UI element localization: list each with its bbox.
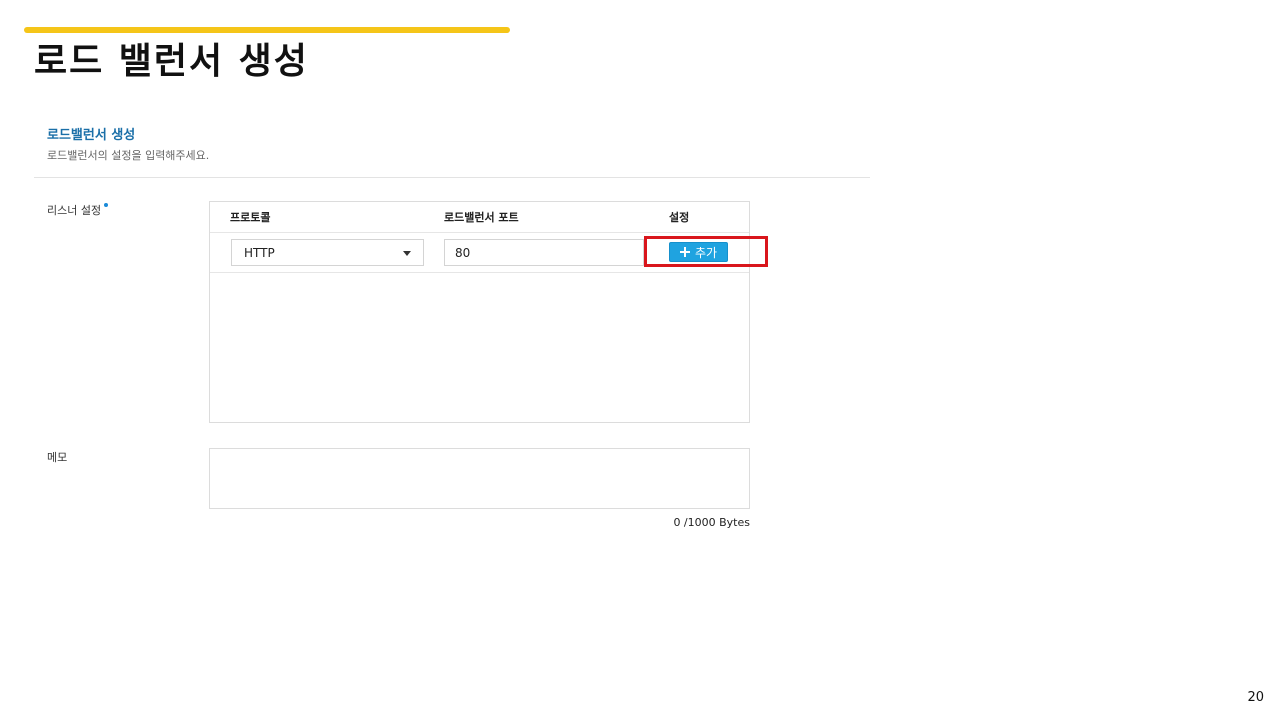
- section-description: 로드밸런서의 설정을 입력해주세요.: [47, 149, 210, 162]
- byte-counter: 0 /1000 Bytes: [673, 516, 750, 529]
- column-header-settings: 설정: [669, 211, 690, 224]
- row-divider: [210, 272, 749, 273]
- accent-bar: [24, 27, 510, 33]
- column-header-port: 로드밸런서 포트: [444, 211, 519, 224]
- add-button-label: 추가: [694, 245, 718, 260]
- add-button[interactable]: 추가: [669, 242, 728, 262]
- protocol-select[interactable]: HTTP: [231, 239, 424, 266]
- section-title: 로드밸런서 생성: [47, 128, 136, 143]
- header-divider: [210, 232, 749, 233]
- required-indicator: [104, 203, 109, 207]
- caret-down-icon: [403, 251, 411, 256]
- listener-table: 프로토콜 로드밸런서 포트 설정 HTTP: [209, 201, 750, 423]
- memo-textarea[interactable]: [209, 448, 750, 509]
- column-header-protocol: 프로토콜: [230, 211, 271, 224]
- plus-icon: [679, 247, 690, 257]
- section-divider: [34, 177, 870, 178]
- page-number: 20: [1247, 690, 1264, 705]
- memo-label: 메모: [47, 451, 68, 464]
- listener-label: 리스너 설정: [47, 204, 102, 217]
- slide-title: 로드 밸런서 생성: [34, 41, 309, 82]
- listener-label-row: 리스너 설정: [47, 202, 109, 218]
- slide: 로드 밸런서 생성 로드밸런서 생성 로드밸런서의 설정을 입력해주세요. 리스…: [0, 0, 1280, 720]
- protocol-select-value: HTTP: [244, 246, 275, 260]
- port-input[interactable]: [444, 239, 644, 266]
